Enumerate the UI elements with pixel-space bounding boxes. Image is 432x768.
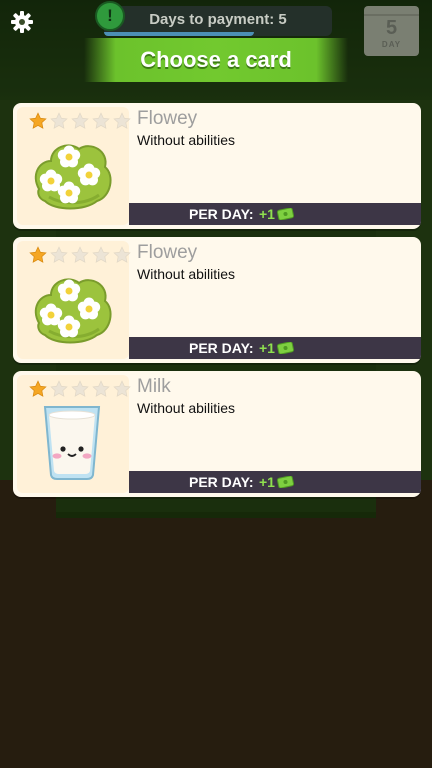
star-empty-icon (71, 246, 89, 264)
star-empty-icon (113, 380, 131, 398)
calendar-icon[interactable]: 5 DAY (364, 6, 419, 56)
star-empty-icon (50, 246, 68, 264)
card-option[interactable]: Flowey Without abilities PER DAY: +1 (13, 237, 421, 363)
calendar-day-number: 5 (385, 17, 398, 39)
alert-icon[interactable]: ! (95, 1, 125, 31)
card-option[interactable]: Flowey Without abilities PER DAY: +1 (13, 103, 421, 229)
star-empty-icon (71, 380, 89, 398)
per-day-label: PER DAY: (189, 206, 254, 222)
card-description: Without abilities (137, 266, 236, 282)
star-empty-icon (71, 112, 89, 130)
star-filled-icon (29, 380, 47, 398)
banner-title: Choose a card (140, 47, 292, 72)
card-description: Without abilities (137, 132, 236, 148)
star-filled-icon (29, 112, 47, 130)
choose-card-banner: Choose a card (84, 38, 348, 82)
per-day-value: +1 (259, 340, 275, 356)
card-art-panel (17, 241, 131, 359)
card-option[interactable]: Milk Without abilities PER DAY: +1 (13, 371, 421, 497)
star-filled-icon (29, 246, 47, 264)
calendar-binding (364, 6, 419, 16)
money-bill-icon (276, 475, 295, 489)
per-day-label: PER DAY: (189, 340, 254, 356)
gear-icon[interactable] (10, 10, 34, 34)
card-description: Without abilities (137, 400, 236, 416)
days-progress-fill (104, 32, 255, 36)
per-day-bar: PER DAY: +1 (129, 471, 421, 493)
days-to-payment-bar: Days to payment: 5 (104, 6, 332, 36)
star-empty-icon (50, 112, 68, 130)
per-day-label: PER DAY: (189, 474, 254, 490)
card-name: Milk (137, 376, 171, 397)
milk-glass-icon (29, 399, 115, 483)
star-empty-icon (113, 246, 131, 264)
per-day-value: +1 (259, 474, 275, 490)
money-bill-icon (276, 207, 295, 221)
days-to-payment-text: Days to payment: 5 (149, 11, 287, 28)
star-empty-icon (92, 112, 110, 130)
card-name: Flowey (137, 108, 198, 129)
star-empty-icon (92, 246, 110, 264)
per-day-bar: PER DAY: +1 (129, 337, 421, 359)
flower-bush-icon (29, 131, 115, 215)
calendar-day-label: DAY (381, 40, 402, 49)
star-empty-icon (92, 380, 110, 398)
per-day-bar: PER DAY: +1 (129, 203, 421, 225)
star-empty-icon (113, 112, 131, 130)
card-art-panel (17, 107, 131, 225)
flower-bush-icon (29, 265, 115, 349)
per-day-value: +1 (259, 206, 275, 222)
card-name: Flowey (137, 242, 198, 263)
star-empty-icon (50, 380, 68, 398)
money-bill-icon (276, 341, 295, 355)
card-art-panel (17, 375, 131, 493)
